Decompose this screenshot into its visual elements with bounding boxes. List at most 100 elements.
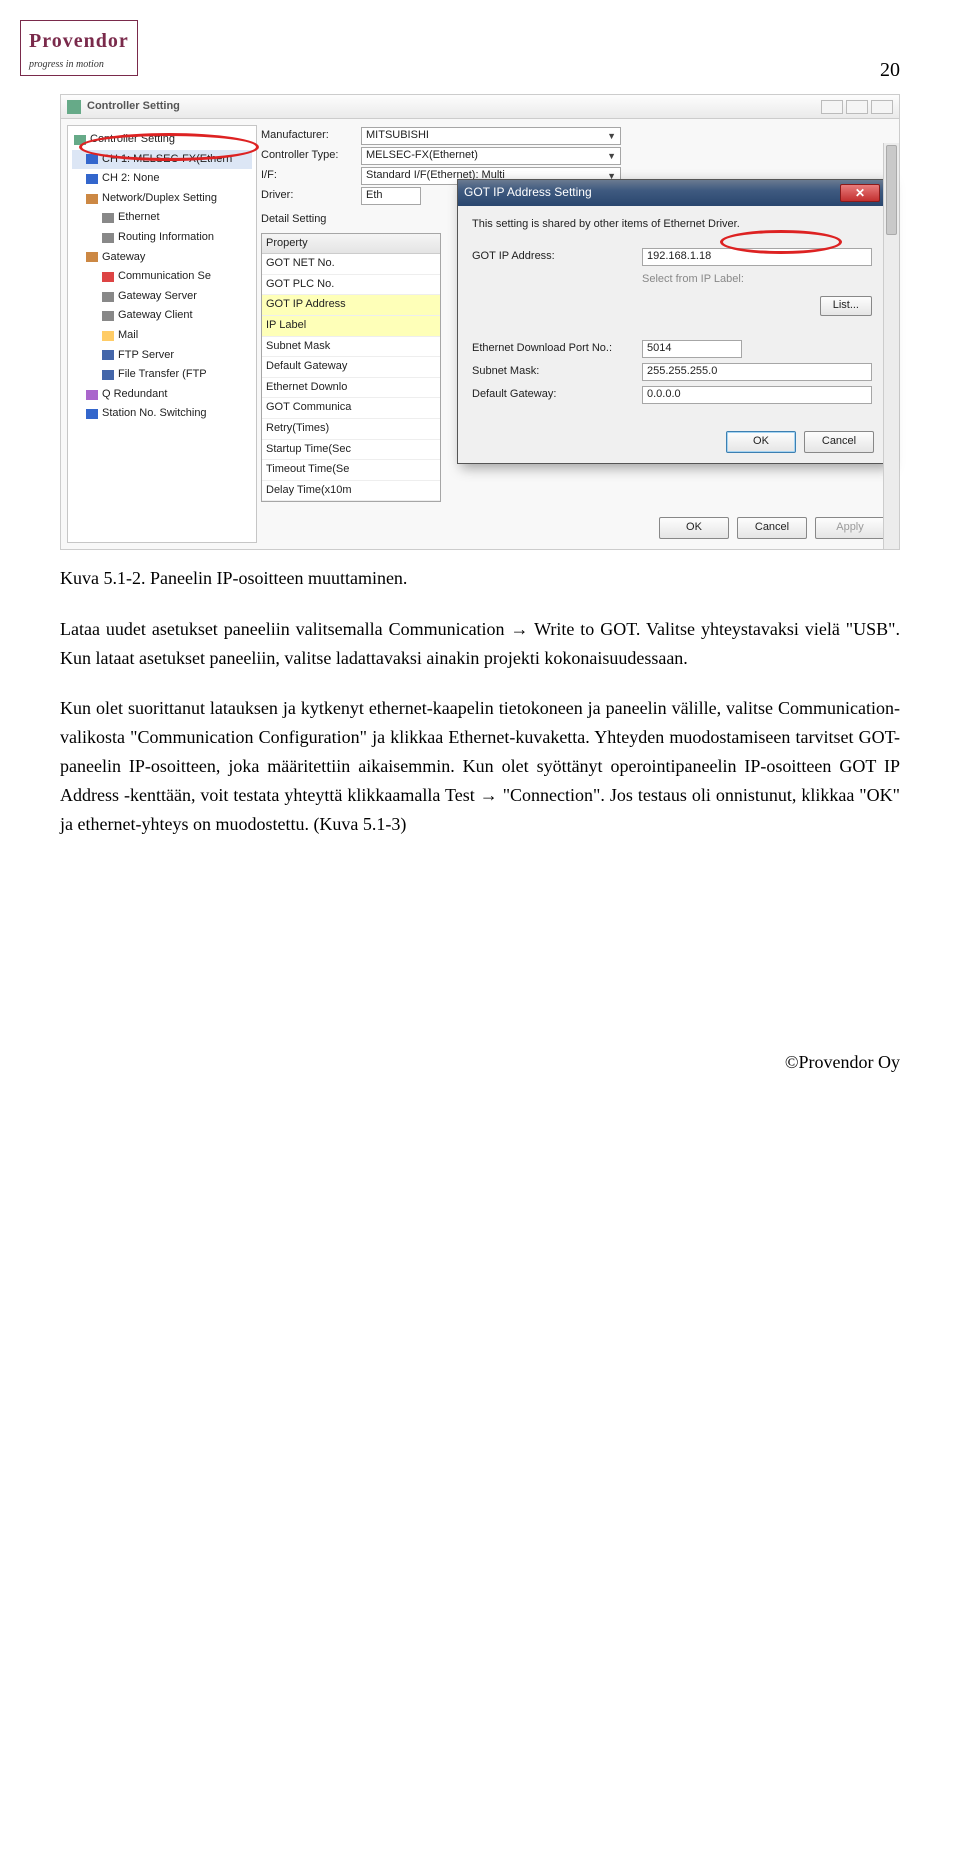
ip-address-dialog: GOT IP Address Setting ✕ This setting is… [457, 179, 887, 464]
scrollbar-thumb[interactable] [886, 145, 897, 235]
paragraph-1: Lataa uudet asetukset paneeliin valitsem… [60, 615, 900, 673]
gateway-icon [86, 252, 98, 262]
ftp-icon [102, 350, 114, 360]
tree-gwclient[interactable]: Gateway Client [72, 306, 252, 326]
client-icon [102, 311, 114, 321]
list-button[interactable]: List... [820, 296, 872, 316]
close-icon[interactable]: ✕ [840, 184, 880, 202]
tree-filetransfer[interactable]: File Transfer (FTP [72, 365, 252, 385]
select-ip-label-link: Select from IP Label: [642, 271, 872, 289]
comm-icon [102, 272, 114, 282]
maximize-button[interactable] [846, 100, 868, 114]
tree-ftpserver[interactable]: FTP Server [72, 346, 252, 366]
tree-ftpserver-label: FTP Server [118, 347, 174, 365]
close-window-button[interactable] [871, 100, 893, 114]
port-input[interactable]: 5014 [642, 340, 742, 358]
manufacturer-label: Manufacturer: [261, 127, 361, 145]
tree-filetransfer-label: File Transfer (FTP [118, 366, 207, 384]
ftp-icon [102, 370, 114, 380]
outer-apply-button[interactable]: Apply [815, 517, 885, 539]
tree-qr-label: Q Redundant [102, 386, 167, 404]
prop-row[interactable]: GOT Communica [262, 398, 440, 419]
prop-row[interactable]: Ethernet Downlo [262, 378, 440, 399]
tree-stn[interactable]: Station No. Switching [72, 404, 252, 424]
gateway-value: 0.0.0.0 [647, 386, 681, 404]
subnet-label: Subnet Mask: [472, 363, 642, 381]
tree-panel[interactable]: Controller Setting CH 1: MELSEC-FX(Ether… [67, 125, 257, 543]
footer-copyright: ©Provendor Oy [60, 1048, 900, 1077]
annotation-circle-ch1 [79, 133, 259, 161]
driver-value: Eth [366, 187, 383, 205]
tree-gwclient-label: Gateway Client [118, 307, 193, 325]
tree-ethernet[interactable]: Ethernet [72, 208, 252, 228]
tree-nds[interactable]: Network/Duplex Setting [72, 189, 252, 209]
annotation-circle-ip [720, 230, 842, 254]
property-grid[interactable]: Property GOT NET No. GOT PLC No. GOT IP … [261, 233, 441, 503]
chevron-down-icon: ▼ [607, 129, 616, 143]
dialog-cancel-button[interactable]: Cancel [804, 431, 874, 453]
ctrltype-combo[interactable]: MELSEC-FX(Ethernet) ▼ [361, 147, 621, 165]
manufacturer-combo[interactable]: MITSUBISHI▼ [361, 127, 621, 145]
tree-commse[interactable]: Communication Se [72, 267, 252, 287]
outer-ok-button[interactable]: OK [659, 517, 729, 539]
paragraph-2: Kun olet suorittanut latauksen ja kytken… [60, 694, 900, 838]
tree-routing-label: Routing Information [118, 229, 214, 247]
prop-row[interactable]: Retry(Times) [262, 419, 440, 440]
tree-gwserver-label: Gateway Server [118, 288, 197, 306]
prop-row[interactable]: Timeout Time(Se [262, 460, 440, 481]
prop-row[interactable]: GOT IP Address [262, 295, 440, 316]
figure-caption: Kuva 5.1-2. Paneelin IP-osoitteen muutta… [60, 564, 900, 593]
prop-row[interactable]: Startup Time(Sec [262, 440, 440, 461]
prop-row[interactable]: Subnet Mask [262, 337, 440, 358]
redundant-icon [86, 390, 98, 400]
logo: Provendor progress in motion [20, 20, 138, 76]
driver-combo[interactable]: Eth [361, 187, 421, 205]
tree-eth-label: Ethernet [118, 209, 160, 227]
subnet-input[interactable]: 255.255.255.0 [642, 363, 872, 381]
ctrltype-label: Controller Type: [261, 147, 361, 165]
logo-brand: Provendor [29, 25, 129, 57]
dialog-title: GOT IP Address Setting [464, 183, 840, 202]
prop-row[interactable]: IP Label [262, 316, 440, 337]
tree-nds-label: Network/Duplex Setting [102, 190, 217, 208]
gateway-label: Default Gateway: [472, 386, 642, 404]
dialog-ok-button[interactable]: OK [726, 431, 796, 453]
window-title: Controller Setting [87, 98, 818, 116]
tree-gateway-label: Gateway [102, 249, 145, 267]
screenshot-window: Controller Setting Controller Setting CH… [60, 94, 900, 550]
page-number: 20 [60, 54, 900, 86]
server-icon [102, 292, 114, 302]
channel-icon [86, 174, 98, 184]
tree-gateway[interactable]: Gateway [72, 248, 252, 268]
driver-label: Driver: [261, 187, 361, 205]
tree-gwserver[interactable]: Gateway Server [72, 287, 252, 307]
prop-row[interactable]: Delay Time(x10m [262, 481, 440, 502]
got-ip-label: GOT IP Address: [472, 248, 642, 266]
gateway-input[interactable]: 0.0.0.0 [642, 386, 872, 404]
got-ip-value: 192.168.1.18 [647, 248, 711, 266]
app-icon [67, 100, 81, 114]
if-label: I/F: [261, 167, 361, 185]
minimize-button[interactable] [821, 100, 843, 114]
tree-stn-label: Station No. Switching [102, 405, 207, 423]
tree-routing[interactable]: Routing Information [72, 228, 252, 248]
mail-icon [102, 331, 114, 341]
tree-mail-label: Mail [118, 327, 138, 345]
outer-cancel-button[interactable]: Cancel [737, 517, 807, 539]
network-icon [86, 194, 98, 204]
window-titlebar: Controller Setting [61, 95, 899, 119]
port-label: Ethernet Download Port No.: [472, 340, 642, 358]
chevron-down-icon: ▼ [607, 149, 616, 163]
prop-row[interactable]: GOT PLC No. [262, 275, 440, 296]
subnet-value: 255.255.255.0 [647, 363, 717, 381]
tree-commse-label: Communication Se [118, 268, 211, 286]
tree-ch2[interactable]: CH 2: None [72, 169, 252, 189]
prop-row[interactable]: GOT NET No. [262, 254, 440, 275]
vertical-scrollbar[interactable] [883, 143, 899, 549]
tree-mail[interactable]: Mail [72, 326, 252, 346]
tree-qredundant[interactable]: Q Redundant [72, 385, 252, 405]
prop-row[interactable]: Default Gateway [262, 357, 440, 378]
ctrltype-value: MELSEC-FX(Ethernet) [366, 147, 478, 165]
routing-icon [102, 233, 114, 243]
station-icon [86, 409, 98, 419]
